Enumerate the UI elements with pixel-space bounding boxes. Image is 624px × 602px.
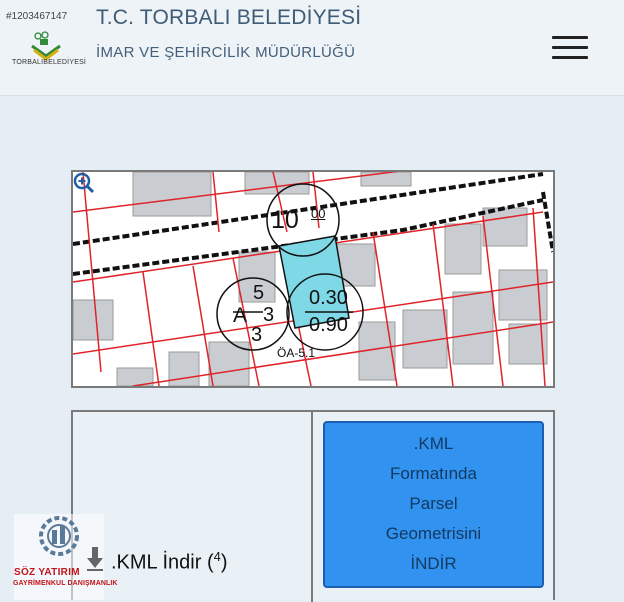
zone-mid: 3: [263, 304, 275, 326]
kml-button-line-3: Parsel: [409, 494, 458, 513]
zoom-in-icon[interactable]: [73, 172, 95, 194]
municipality-logo: [31, 31, 61, 61]
kml-button-line-5: İNDİR: [410, 554, 457, 573]
site-header: #1203467147 TORBALIBELEDİYESİ T.C. TORBA…: [0, 0, 624, 96]
kml-button-line-2: Formatında: [390, 464, 477, 483]
download-icon[interactable]: [86, 546, 104, 572]
ratio-top: 0.30: [309, 287, 348, 309]
page-subtitle: İMAR VE ŞEHİRCİLİK MÜDÜRLÜĞÜ: [96, 44, 356, 61]
kml-download-text: .KML İndir (: [111, 551, 214, 574]
zone-top: 5: [253, 282, 265, 304]
kml-download-count: 4: [213, 549, 221, 564]
kml-download-button[interactable]: .KML Formatında Parsel Geometrisini İNDİ…: [323, 421, 544, 588]
zone-bottom: 3: [251, 324, 263, 346]
height-label: 10: [271, 206, 299, 234]
height-label-sup: 00: [311, 206, 326, 221]
agency-subtitle: GAYRİMENKUL DANIŞMANLIK: [13, 580, 118, 587]
zone-code: ÖA-5.1: [277, 346, 316, 360]
logo-text: TORBALIBELEDİYESİ: [12, 59, 87, 66]
panel-divider: [311, 412, 313, 602]
listing-id: #1203467147: [6, 11, 68, 22]
kml-button-line-1: .KML: [413, 434, 454, 453]
kml-download-close: ): [220, 551, 228, 574]
hamburger-menu-icon[interactable]: [552, 36, 590, 60]
kml-button-line-4: Geometrisini: [385, 524, 482, 543]
kml-download-link[interactable]: .KML İndir (4): [111, 549, 228, 575]
ratio-bottom: 0.90: [309, 314, 348, 336]
agency-name: SÖZ YATIRIM: [14, 567, 80, 578]
parcel-map[interactable]: 10 00 A 5 3 3 0.30 0.90 ÖA-5.1: [71, 170, 555, 388]
page-title: T.C. TORBALI BELEDİYESİ: [96, 6, 362, 29]
zone-letter: A: [233, 304, 248, 327]
